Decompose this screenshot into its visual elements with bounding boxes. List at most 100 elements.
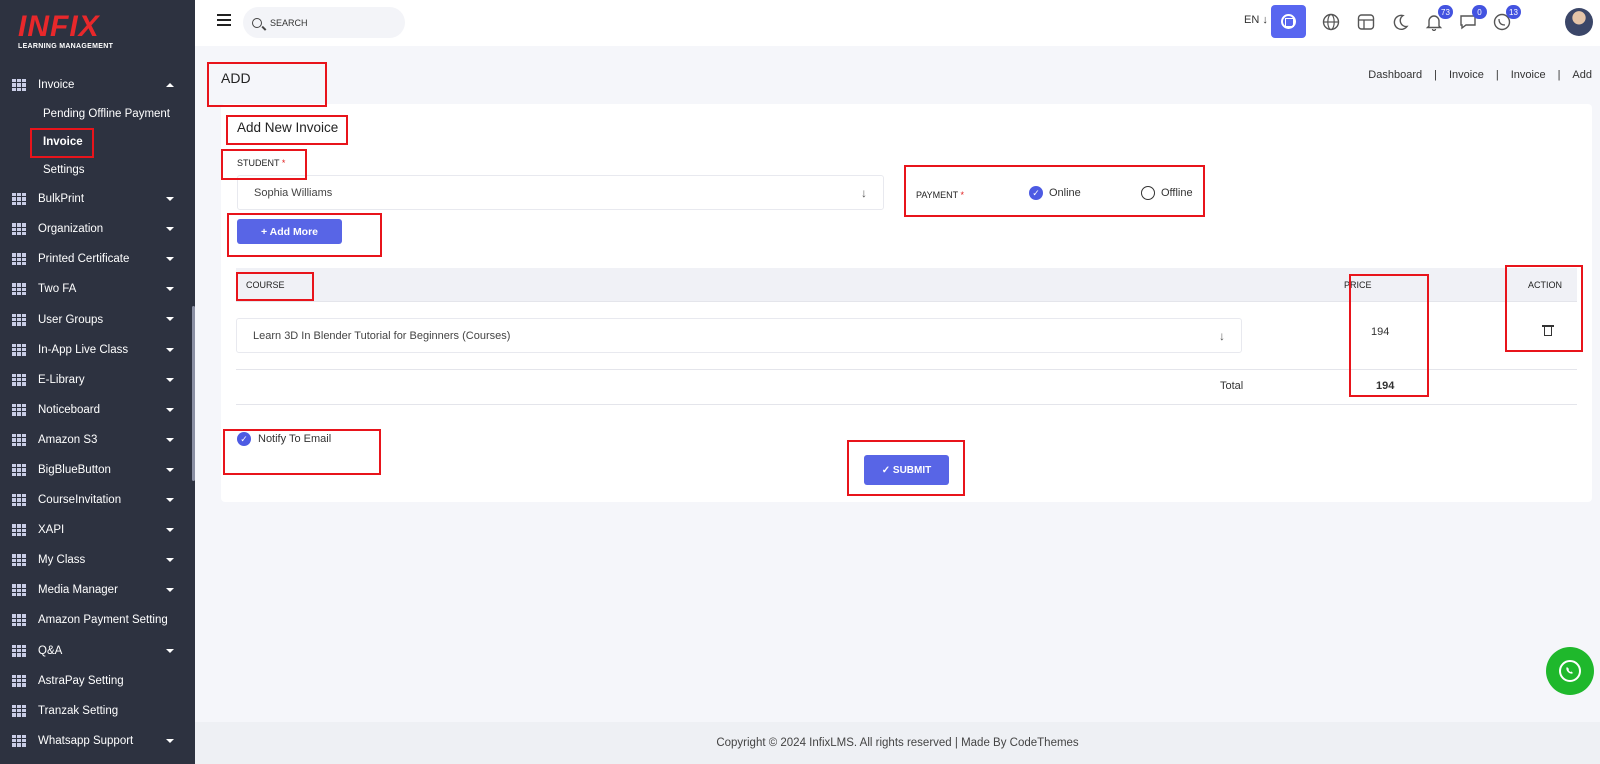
sidebar-item-label: AstraPay Setting — [38, 674, 124, 687]
caret-up-icon — [166, 83, 174, 87]
submit-button[interactable]: ✓ SUBMIT — [864, 455, 949, 485]
divider — [236, 369, 1577, 370]
sidebar-item-astrapay-setting[interactable]: AstraPay Setting — [0, 666, 192, 696]
search-box[interactable] — [243, 7, 405, 38]
logo-tagline: LEARNING MANAGEMENT — [18, 43, 114, 50]
cpu-icon — [1281, 14, 1296, 29]
sidebar-item-label: Printed Certificate — [38, 253, 130, 266]
grid-icon — [12, 433, 26, 446]
sidebar-item-bigbluebutton[interactable]: BigBlueButton — [0, 455, 192, 485]
sidebar-item-label: BigBlueButton — [38, 463, 111, 476]
caret-down-icon — [166, 407, 174, 412]
caret-down-icon — [166, 558, 174, 563]
sidebar-item-in-app-live-class[interactable]: In-App Live Class — [0, 335, 192, 365]
sidebar-item-organization[interactable]: Organization — [0, 214, 192, 244]
total-label: Total — [1220, 380, 1244, 392]
divider — [236, 404, 1577, 405]
sidebar-item-label: BulkPrint — [38, 193, 85, 206]
brand-logo[interactable]: INFIX LEARNING MANAGEMENT — [18, 12, 128, 56]
user-avatar[interactable] — [1565, 8, 1593, 36]
radio-checked-icon: ✓ — [1029, 186, 1043, 200]
caret-down-icon — [166, 377, 174, 382]
chip-settings-button[interactable] — [1271, 5, 1306, 38]
sidebar-item-label: CourseInvitation — [38, 494, 122, 507]
arrow-down-icon: ↓ — [1219, 328, 1225, 343]
payment-offline-radio[interactable]: Offline — [1141, 186, 1193, 200]
sidebar-item-label: Media Manager — [38, 584, 118, 597]
course-table-header: COURSE PRICE ACTION — [236, 268, 1577, 302]
sidebar-subitem-settings[interactable]: Settings — [0, 156, 192, 184]
sidebar-item-label: Whatsapp Support — [38, 734, 134, 747]
breadcrumb-dashboard[interactable]: Dashboard — [1368, 69, 1422, 81]
search-icon — [252, 17, 262, 28]
footer-copyright: Copyright © 2024 InfixLMS. All rights re… — [716, 737, 1079, 749]
sidebar-item-amazon-s3[interactable]: Amazon S3 — [0, 425, 192, 455]
notifications-badge: 73 — [1438, 5, 1453, 19]
sidebar-item-bulkprint[interactable]: BulkPrint — [0, 184, 192, 214]
grid-icon — [12, 223, 26, 236]
caret-down-icon — [166, 437, 174, 442]
add-invoice-card: Add New Invoice STUDENT * Sophia William… — [221, 104, 1592, 502]
course-select[interactable]: Learn 3D In Blender Tutorial for Beginne… — [236, 318, 1242, 353]
whatsapp-chat-button[interactable] — [1546, 647, 1594, 695]
sidebar-item-noticeboard[interactable]: Noticeboard — [0, 395, 192, 425]
sidebar-item-label: Organization — [38, 223, 104, 236]
sidebar-item-two-fa[interactable]: Two FA — [0, 274, 192, 304]
hamburger-menu-icon[interactable] — [217, 14, 231, 26]
sidebar-subitem-invoice[interactable]: Invoice — [0, 128, 192, 156]
message-icon[interactable]: 0 — [1456, 5, 1487, 34]
grid-icon — [12, 283, 26, 296]
total-value: 194 — [1376, 380, 1395, 392]
sidebar-item-my-class[interactable]: My Class — [0, 545, 192, 575]
arrow-down-icon: ↓ — [861, 185, 867, 200]
radio-unchecked-icon — [1141, 186, 1155, 200]
bell-icon[interactable]: 73 — [1422, 5, 1453, 34]
grid-icon — [12, 403, 26, 416]
add-more-button[interactable]: + Add More — [237, 219, 342, 244]
sidebar-item-label: Amazon S3 — [38, 433, 98, 446]
sidebar-item-printed-certificate[interactable]: Printed Certificate — [0, 244, 192, 274]
sidebar-item-label: Noticeboard — [38, 403, 101, 416]
sidebar-item-whatsapp-support[interactable]: Whatsapp Support — [0, 726, 192, 756]
sidebar-item-e-library[interactable]: E-Library — [0, 365, 192, 395]
caret-down-icon — [166, 648, 174, 653]
caret-down-icon — [166, 588, 174, 593]
grid-icon — [12, 463, 26, 476]
sidebar-item-user-groups[interactable]: User Groups — [0, 304, 192, 334]
sidebar-item-amazon-payment-setting[interactable]: Amazon Payment Setting — [0, 605, 192, 635]
sidebar-item-xapi[interactable]: XAPI — [0, 515, 192, 545]
grid-icon — [12, 614, 26, 627]
sidebar-item-invoice[interactable]: Invoice — [0, 70, 192, 100]
sidebar-item-tranzak-setting[interactable]: Tranzak Setting — [0, 696, 192, 726]
caret-down-icon — [166, 257, 174, 262]
caret-down-icon — [166, 528, 174, 533]
column-header-action: ACTION — [1528, 280, 1563, 290]
sidebar-item-q-a[interactable]: Q&A — [0, 636, 192, 666]
grid-icon — [12, 373, 26, 386]
sidebar-scrollbar[interactable] — [192, 306, 195, 481]
course-price: 194 — [1371, 326, 1390, 338]
layout-icon[interactable] — [1354, 10, 1378, 34]
moon-icon[interactable] — [1388, 10, 1412, 34]
column-header-course: COURSE — [246, 280, 285, 290]
grid-icon — [12, 79, 26, 92]
grid-icon — [12, 253, 26, 266]
payment-online-radio[interactable]: ✓ Online — [1029, 186, 1081, 200]
sidebar-item-label: E-Library — [38, 373, 85, 386]
sidebar-subitem-pending-offline-payment[interactable]: Pending Offline Payment — [0, 100, 192, 128]
sidebar-item-media-manager[interactable]: Media Manager — [0, 575, 192, 605]
sidebar-item-label: Two FA — [38, 283, 77, 296]
notify-email-checkbox[interactable]: ✓ Notify To Email — [237, 432, 331, 446]
phone-chat-icon[interactable]: 13 — [1490, 5, 1521, 34]
globe-icon[interactable] — [1319, 10, 1343, 34]
sidebar-item-courseinvitation[interactable]: CourseInvitation — [0, 485, 192, 515]
breadcrumb-invoice[interactable]: Invoice — [1449, 69, 1484, 81]
breadcrumb-invoice-list[interactable]: Invoice — [1511, 69, 1546, 81]
checkbox-checked-icon: ✓ — [237, 432, 251, 446]
student-select[interactable]: Sophia Williams ↓ — [237, 175, 884, 210]
student-label: STUDENT * — [237, 158, 286, 168]
language-selector[interactable]: EN ↓ — [1244, 14, 1268, 26]
caret-down-icon — [166, 317, 174, 322]
trash-icon[interactable] — [1542, 324, 1554, 336]
search-input[interactable] — [270, 17, 390, 28]
